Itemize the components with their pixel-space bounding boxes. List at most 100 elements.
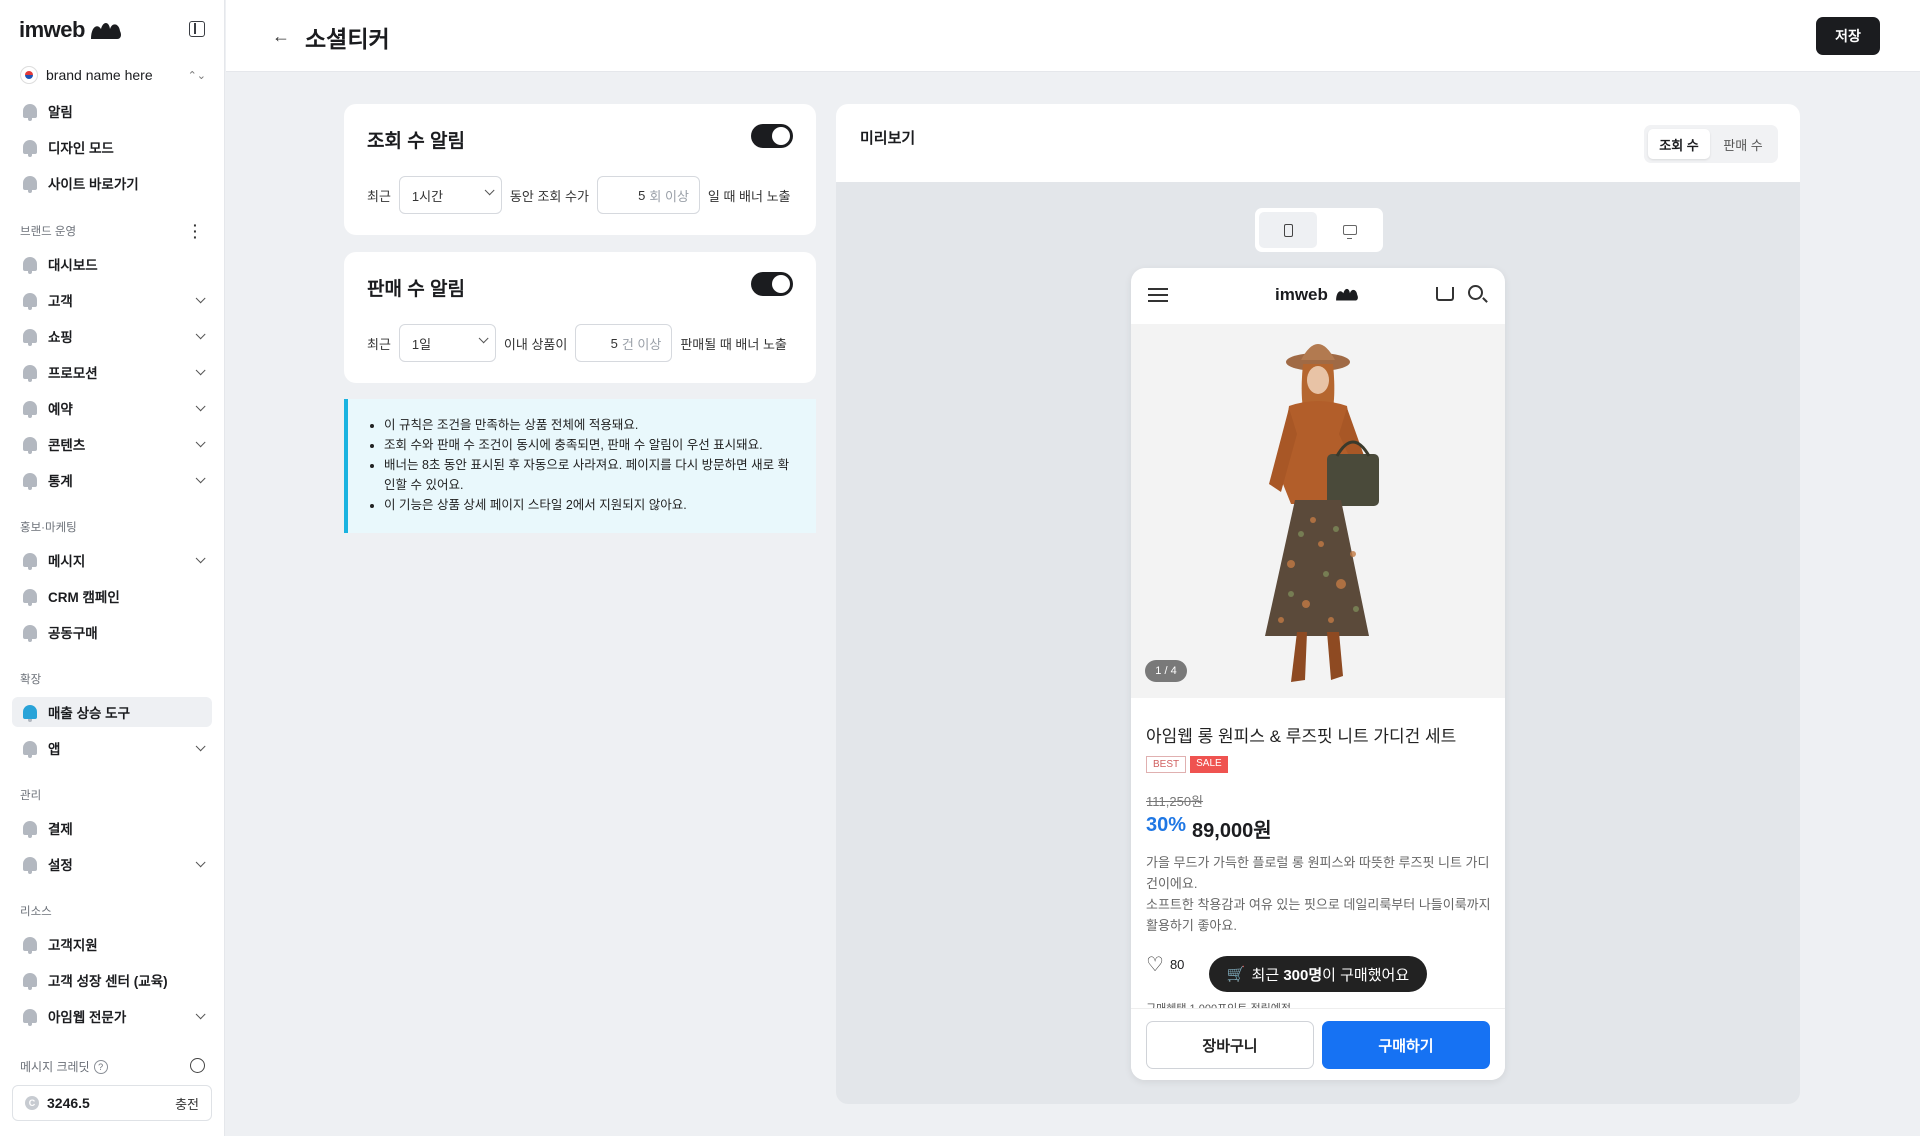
help-icon[interactable]: ?: [93, 1059, 108, 1074]
nav-label: 매출 상승 도구: [48, 706, 131, 721]
desktop-view-button[interactable]: [1321, 212, 1379, 248]
chevron-down-icon: [195, 328, 206, 339]
toast-prefix: 최근: [1251, 966, 1280, 984]
sidebar-item-group-buy[interactable]: 공동구매: [12, 617, 212, 647]
sidebar-item-apps[interactable]: 앱: [12, 733, 212, 763]
nav-label: 설정: [48, 858, 73, 873]
nav-label: 쇼핑: [48, 330, 73, 345]
product-title: 아임웹 롱 원피스 & 루즈핏 니트 가디건 세트: [1146, 727, 1457, 746]
sidebar-item-visit-site[interactable]: 사이트 바로가기: [12, 168, 212, 198]
sidebar-item-sales-boost[interactable]: 매출 상승 도구: [12, 697, 212, 727]
heart-icon[interactable]: ♡: [1146, 952, 1164, 977]
sidebar-item-dashboard[interactable]: 대시보드: [12, 249, 212, 279]
sale-count-input[interactable]: 5 건 이상: [575, 324, 673, 362]
back-arrow-icon[interactable]: ←: [272, 26, 290, 47]
sidebar-item-promotion[interactable]: 프로모션: [12, 357, 212, 387]
bell-icon: [23, 937, 37, 954]
shop-logo-text: imweb: [1275, 285, 1328, 304]
like-count[interactable]: ♡ 80: [1146, 952, 1184, 977]
section-label-manage: 관리: [20, 790, 42, 802]
nav-label: 고객: [48, 294, 73, 309]
description-line: 소프트한 착용감과 여유 있는 핏으로 데일리룩부터 나들이룩까지 활용하기 좋…: [1146, 897, 1491, 933]
bell-icon: [23, 821, 37, 838]
notice-item: 이 기능은 상품 상세 페이지 스타일 2에서 지원되지 않아요.: [384, 495, 794, 515]
chevron-down-icon: [484, 185, 495, 196]
buy-now-button[interactable]: 구매하기: [1322, 1021, 1490, 1069]
sidebar-item-experts[interactable]: 아임웹 전문가: [12, 1001, 212, 1031]
sale-alert-condition: 최근 1일 이내 상품이 5 건 이상 판매될 때 배너 노출: [367, 324, 787, 362]
korea-flag-icon: [20, 66, 38, 84]
section-label-resources: 리소스: [20, 906, 52, 918]
tab-view-count[interactable]: 조회 수: [1648, 129, 1710, 159]
menu-icon[interactable]: [1148, 288, 1168, 302]
sidebar-item-support[interactable]: 고객지원: [12, 929, 212, 959]
chevron-down-icon: [195, 856, 206, 867]
logo-text: imweb: [19, 17, 85, 42]
sidebar-item-payment[interactable]: 결제: [12, 813, 212, 843]
chevron-down-icon: [195, 436, 206, 447]
charge-button[interactable]: 충전: [175, 1094, 199, 1113]
bell-icon: [23, 973, 37, 990]
imweb-logo[interactable]: imweb: [19, 17, 123, 43]
image-counter: 1 / 4: [1145, 660, 1187, 682]
view-period-value: 1시간: [411, 188, 444, 204]
mobile-view-button[interactable]: [1259, 212, 1317, 248]
refresh-icon[interactable]: [190, 1058, 205, 1073]
preview-area: imweb 1 / 4 아임웹 롱 원피스 & 루즈핏 니트 가디건 세트 BE…: [836, 182, 1800, 1104]
sidebar-item-growth-center[interactable]: 고객 성장 센터 (교육): [12, 965, 212, 995]
sidebar-item-settings[interactable]: 설정: [12, 849, 212, 879]
mobile-icon: [1283, 223, 1293, 237]
nav-label: 대시보드: [48, 258, 98, 273]
product-badges: BEST SALE: [1146, 756, 1228, 773]
sale-badge: SALE: [1190, 756, 1228, 773]
search-icon[interactable]: [1468, 285, 1483, 300]
sidebar-item-message[interactable]: 메시지: [12, 545, 212, 575]
chevron-down-icon: [195, 364, 206, 375]
bell-icon: [23, 365, 37, 382]
nav-label: 사이트 바로가기: [48, 177, 139, 192]
sidebar-item-customers[interactable]: 고객: [12, 285, 212, 315]
condition-mid: 이내 상품이: [503, 336, 568, 352]
sidebar-item-statistics[interactable]: 통계: [12, 465, 212, 495]
page-title: 소셜티커: [305, 26, 390, 52]
sidebar-item-crm[interactable]: CRM 캠페인: [12, 581, 212, 611]
sidebar-item-reservation[interactable]: 예약: [12, 393, 212, 423]
sale-count-value: 5: [610, 335, 618, 351]
product-image[interactable]: [1131, 324, 1505, 698]
add-to-cart-button[interactable]: 장바구니: [1146, 1021, 1314, 1069]
bell-icon: [23, 437, 37, 454]
condition-prefix: 최근: [367, 188, 391, 204]
condition-mid: 동안 조회 수가: [509, 188, 589, 204]
view-count-input[interactable]: 5 회 이상: [596, 176, 700, 214]
cart-icon[interactable]: [1436, 287, 1454, 301]
save-button[interactable]: 저장: [1816, 17, 1880, 55]
sidebar-item-design-mode[interactable]: 디자인 모드: [12, 132, 212, 162]
sale-period-value: 1일: [411, 336, 432, 352]
preview-tab-switch: 조회 수 판매 수: [1644, 125, 1778, 163]
bell-icon: [23, 553, 37, 570]
nav-label: 디자인 모드: [48, 141, 114, 156]
tab-sale-count[interactable]: 판매 수: [1712, 129, 1774, 159]
info-notice: 이 규칙은 조건을 만족하는 상품 전체에 적용돼요. 조회 수와 판매 수 조…: [344, 399, 816, 533]
sidebar-item-alerts[interactable]: 알림: [12, 96, 212, 126]
sale-alert-toggle[interactable]: [751, 272, 793, 296]
sale-period-select[interactable]: 1일: [398, 324, 496, 362]
best-badge: BEST: [1146, 756, 1187, 773]
sidebar-item-shopping[interactable]: 쇼핑: [12, 321, 212, 351]
view-alert-toggle[interactable]: [751, 124, 793, 148]
more-options-icon[interactable]: · · ·: [193, 218, 198, 244]
message-credit-label: 메시지 크레딧 ?: [20, 1058, 108, 1075]
notice-item: 배너는 8초 동안 표시된 후 자동으로 사라져요. 페이지를 다시 방문하면 …: [384, 455, 794, 495]
bell-icon: [23, 589, 37, 606]
view-period-select[interactable]: 1시간: [398, 176, 502, 214]
sidebar-item-contents[interactable]: 콘텐츠: [12, 429, 212, 459]
sidebar-collapse-icon[interactable]: [189, 21, 205, 37]
section-label-marketing: 홍보·마케팅: [20, 522, 77, 534]
trophy-icon: [23, 705, 37, 722]
nav-label: 아임웹 전문가: [48, 1010, 127, 1025]
price-row: 30% 89,000원: [1146, 814, 1272, 843]
chevron-down-icon: [478, 333, 489, 344]
credit-label-text: 메시지 크레딧: [20, 1060, 90, 1074]
brand-selector[interactable]: brand name here ⌃⌄: [20, 64, 206, 86]
shop-header: imweb: [1131, 268, 1505, 324]
